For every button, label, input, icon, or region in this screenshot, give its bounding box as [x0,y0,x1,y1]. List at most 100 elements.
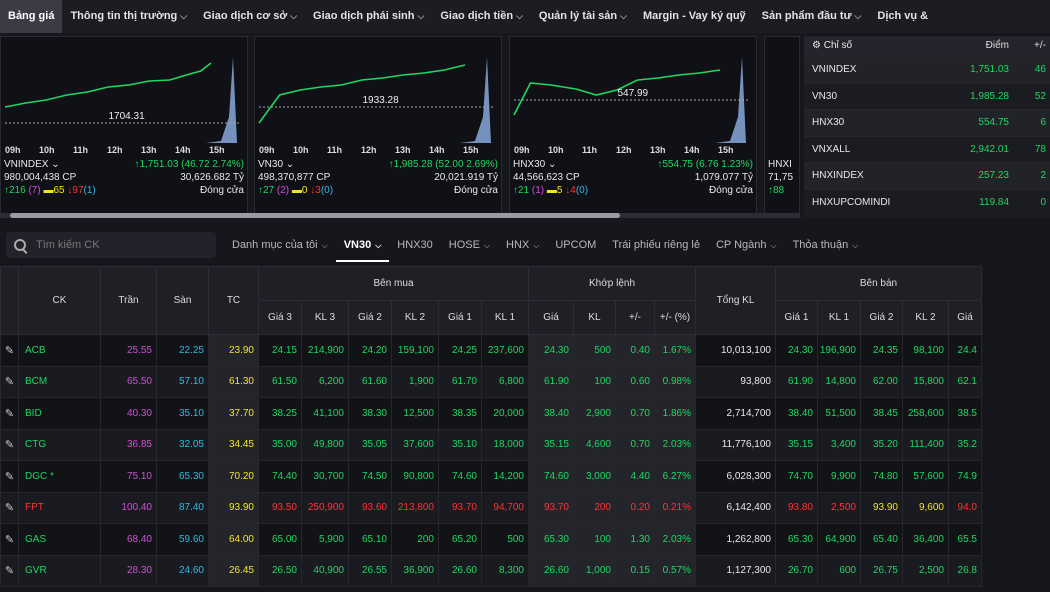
index-row[interactable]: VN30 1,985.28 52 [804,82,1050,110]
ask-price-3[interactable]: 24.4 [948,334,982,367]
ask-price-3[interactable]: 65.5 [948,523,982,556]
table-row[interactable]: ✎ GAS 68.40 59.60 64.00 65.00 5,900 65.10 200 65.… [0,523,982,556]
ask-price-3[interactable]: 94.0 [948,491,982,524]
bid-price-2[interactable]: 26.55 [348,554,392,587]
table-row[interactable]: ✎ FPT 100.40 87.40 93.90 93.50 250,900 93.60 213… [0,491,982,524]
bid-price-1[interactable]: 24.25 [438,334,482,367]
nav-item-6[interactable]: Margin - Vay ký quỹ [635,0,754,33]
ask-price-2[interactable]: 26.75 [860,554,903,587]
pin-icon[interactable]: ✎ [0,397,19,430]
filter-tab-8[interactable]: Thỏa thuận ⌵ [785,228,867,262]
nav-item-8[interactable]: Dịch vụ & [869,0,936,33]
bid-price-1[interactable]: 93.70 [438,491,482,524]
bid-price-3[interactable]: 93.50 [258,491,302,524]
symbol-cell[interactable]: ACB [18,334,101,367]
symbol-cell[interactable]: GAS [18,523,101,556]
nav-item-2[interactable]: Giao dịch cơ sở ⌵ [195,0,305,33]
gear-icon[interactable]: ⚙ [812,40,821,51]
filter-tab-0[interactable]: Danh mục của tôi ⌵ [224,228,336,262]
filter-tab-4[interactable]: HNX ⌵ [498,228,547,262]
bid-price-2[interactable]: 61.60 [348,365,392,398]
bid-price-2[interactable]: 65.10 [348,523,392,556]
ask-price-3[interactable]: 62.1 [948,365,982,398]
ask-price-3[interactable]: 38.5 [948,397,982,430]
ask-price-3[interactable]: 26.8 [948,554,982,587]
symbol-cell[interactable]: GVR [18,554,101,587]
nav-item-4[interactable]: Giao dịch tiền ⌵ [432,0,531,33]
ask-price-1[interactable]: 35.15 [775,428,818,461]
ask-price-1[interactable]: 24.30 [775,334,818,367]
bid-price-1[interactable]: 26.60 [438,554,482,587]
bid-price-2[interactable]: 93.60 [348,491,392,524]
symbol-cell[interactable]: BID [18,397,101,430]
ask-price-1[interactable]: 26.70 [775,554,818,587]
pin-icon[interactable]: ✎ [0,554,19,587]
ask-price-1[interactable]: 93.80 [775,491,818,524]
symbol-cell[interactable]: BCM [18,365,101,398]
index-row[interactable]: VNINDEX 1,751.03 46 [804,56,1050,83]
nav-item-5[interactable]: Quản lý tài sản ⌵ [531,0,635,33]
bid-price-1[interactable]: 38.35 [438,397,482,430]
index-row[interactable]: HNX30 554.75 6 [804,109,1050,136]
bid-price-2[interactable]: 38.30 [348,397,392,430]
table-row[interactable]: ✎ GVR 28.30 24.60 26.45 26.50 40,900 26.55 36,90… [0,554,982,587]
filter-tab-3[interactable]: HOSE ⌵ [441,228,498,262]
ask-price-2[interactable]: 38.45 [860,397,903,430]
table-row[interactable]: ✎ ACB 25.55 22.25 23.90 24.15 214,900 24.20 159,… [0,334,982,367]
index-row[interactable]: HNXINDEX 257.23 2 [804,162,1050,189]
bid-price-3[interactable]: 24.15 [258,334,302,367]
ask-price-2[interactable]: 35.20 [860,428,903,461]
ask-price-2[interactable]: 24.35 [860,334,903,367]
filter-tab-6[interactable]: Trái phiếu riêng lẻ [604,228,708,262]
symbol-cell[interactable]: CTG [18,428,101,461]
nav-item-1[interactable]: Thông tin thị trường ⌵ [62,0,195,33]
symbol-cell[interactable]: DGC * [18,460,101,493]
ask-price-2[interactable]: 62.00 [860,365,903,398]
bid-price-1[interactable]: 35.10 [438,428,482,461]
filter-tab-2[interactable]: HNX30 [389,228,440,262]
bid-price-2[interactable]: 24.20 [348,334,392,367]
filter-tab-5[interactable]: UPCOM [547,228,604,262]
ask-price-1[interactable]: 61.90 [775,365,818,398]
ask-price-1[interactable]: 38.40 [775,397,818,430]
ask-price-3[interactable]: 74.9 [948,460,982,493]
bid-price-2[interactable]: 74.50 [348,460,392,493]
bid-price-3[interactable]: 26.50 [258,554,302,587]
chart-card-0[interactable]: 1704.31 09h 10h 11h 12h 13h 14h 15h VNINDEX ⌄ ↑1,… [0,36,248,216]
nav-item-3[interactable]: Giao dịch phái sinh ⌵ [305,0,432,33]
ask-price-1[interactable]: 65.30 [775,523,818,556]
filter-tab-7[interactable]: CP Ngành ⌵ [708,228,785,262]
bid-price-2[interactable]: 35.05 [348,428,392,461]
symbol-cell[interactable]: FPT [18,491,101,524]
chart-card-3[interactable]: HNXI 71,75 ↑88 [764,36,800,216]
filter-tab-1[interactable]: VN30 ⌵ [335,228,390,262]
ask-price-2[interactable]: 74.80 [860,460,903,493]
chart-card-1[interactable]: 1933.28 09h 10h 11h 12h 13h 14h 15h VN30 ⌄ ↑1,985… [254,36,502,216]
ask-price-2[interactable]: 93.90 [860,491,903,524]
bid-price-3[interactable]: 35.00 [258,428,302,461]
pin-icon[interactable]: ✎ [0,365,19,398]
chart-card-2[interactable]: 547.99 09h 10h 11h 12h 13h 14h 15h HNX30 ⌄ ↑554.7… [509,36,757,216]
pin-icon[interactable]: ✎ [0,334,19,367]
index-row[interactable]: VNXALL 2,942.01 78 [804,135,1050,163]
pin-icon[interactable]: ✎ [0,460,19,493]
bid-price-3[interactable]: 65.00 [258,523,302,556]
table-row[interactable]: ✎ BCM 65.50 57.10 61.30 61.50 6,200 61.60 1,900 6… [0,365,982,398]
bid-price-1[interactable]: 61.70 [438,365,482,398]
bid-price-3[interactable]: 74.40 [258,460,302,493]
table-row[interactable]: ✎ BID 40.30 35.10 37.70 38.25 41,100 38.30 12,50… [0,397,982,430]
pin-icon[interactable]: ✎ [0,523,19,556]
ask-price-1[interactable]: 74.70 [775,460,818,493]
scroll-thumb[interactable] [10,213,620,218]
bid-price-1[interactable]: 65.20 [438,523,482,556]
bid-price-3[interactable]: 61.50 [258,365,302,398]
table-row[interactable]: ✎ CTG 36.85 32.05 34.45 35.00 49,800 35.05 37,60… [0,428,982,461]
ask-price-2[interactable]: 65.40 [860,523,903,556]
chart-scrollbar[interactable] [0,213,800,218]
index-row[interactable]: HNXUPCOMINDI 119.84 0 [804,188,1050,216]
bid-price-3[interactable]: 38.25 [258,397,302,430]
bid-price-1[interactable]: 74.60 [438,460,482,493]
nav-item-0[interactable]: Bảng giá [0,0,63,33]
ask-price-3[interactable]: 35.2 [948,428,982,461]
search-input[interactable]: Tìm kiếm CK [6,232,216,258]
